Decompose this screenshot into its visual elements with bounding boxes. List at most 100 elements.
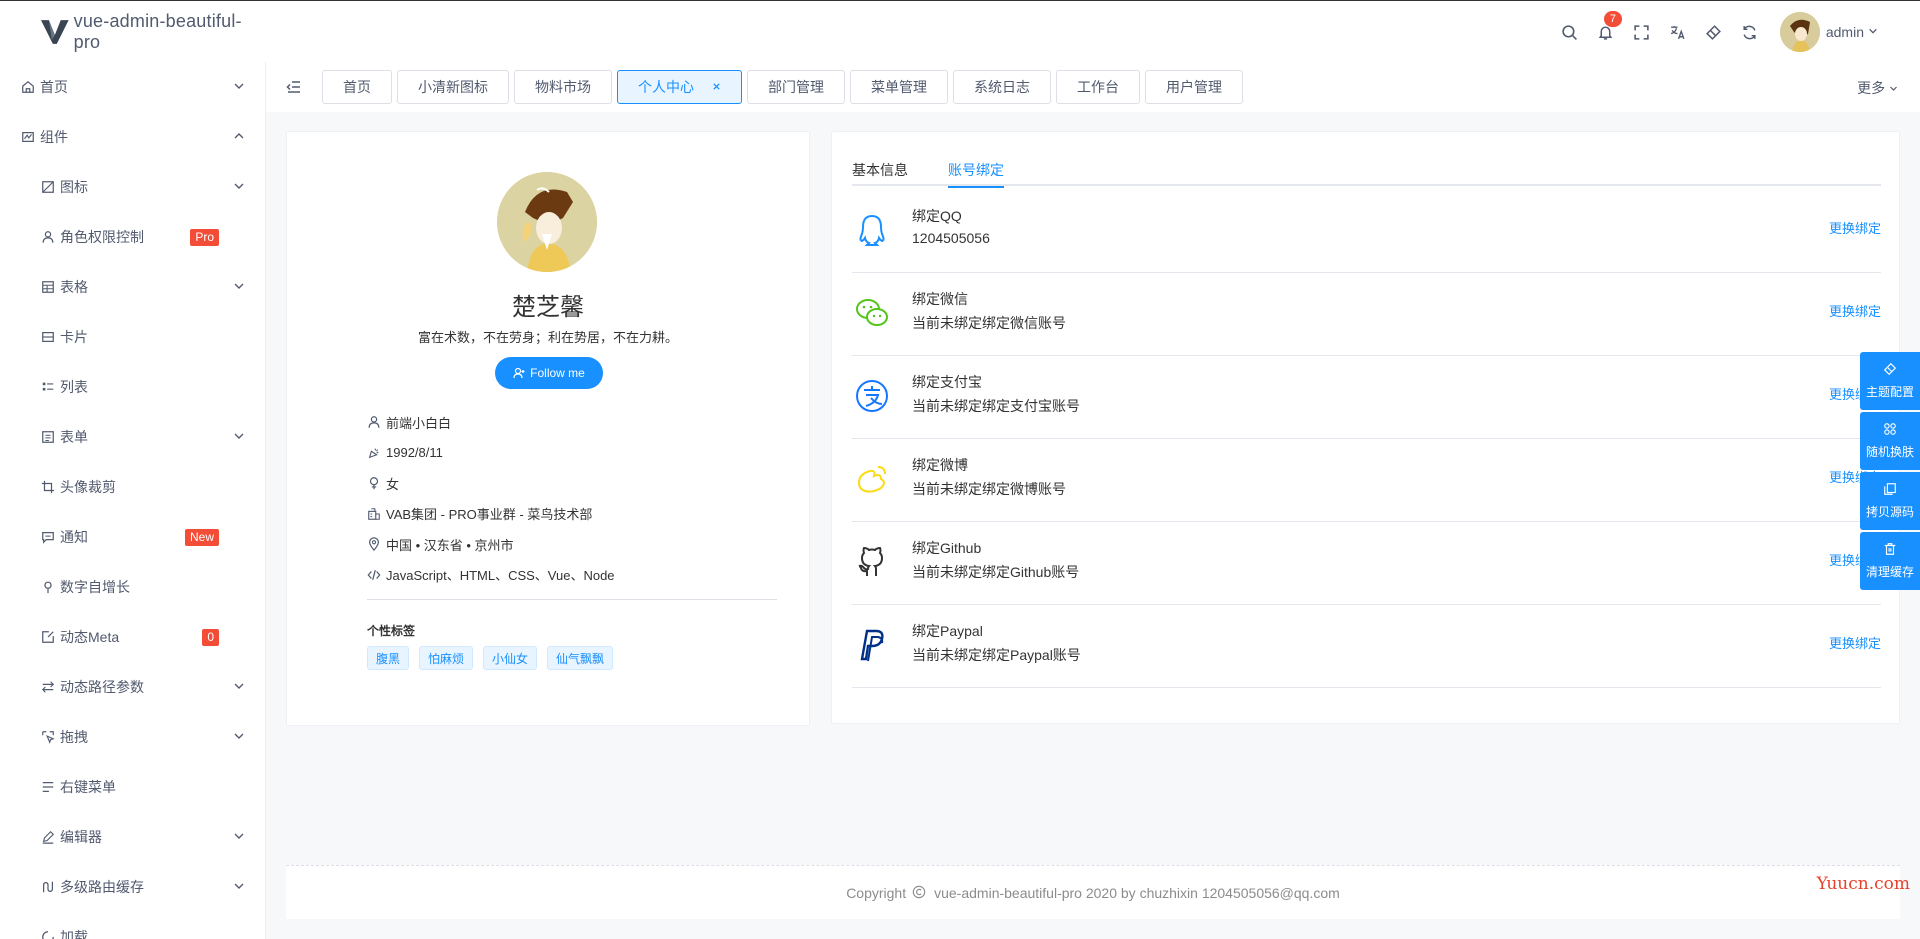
follow-label: Follow me [530,366,585,380]
sidebar-item-10[interactable]: 数字自增长 [0,562,265,612]
tag: 仙气飘飘 [547,646,614,670]
tabs-bar: 首页 小清新图标 物料市场 个人中心 部门管理 菜单管理 系统日志 工作台 用户管理 更多 [266,62,1920,112]
pin-icon [40,580,55,595]
user-icon [40,230,55,245]
chevron-down-icon[interactable] [233,880,245,895]
sidebar-item-3[interactable]: 角色权限控制 Pro [0,212,265,262]
sidebar-item-label: 表单 [60,429,88,445]
sidebar-item-13[interactable]: 拖拽 [0,712,265,762]
menu-icon [40,780,55,795]
wechat-icon [854,295,890,331]
tab-label: 小清新图标 [418,79,488,95]
tag: 小仙女 [483,646,538,670]
chevron-down-icon[interactable] [233,680,245,695]
user-name[interactable]: admin [1826,24,1864,40]
fullscreen-icon[interactable] [1632,22,1652,42]
tab-0[interactable]: 首页 [322,70,392,104]
avatar[interactable] [1779,12,1820,52]
tab-5[interactable]: 菜单管理 [850,70,948,104]
close-icon[interactable] [712,80,721,94]
fold-menu-icon[interactable] [286,79,302,95]
table-icon [40,280,55,295]
float-button-2[interactable]: 拷贝源码 [1860,472,1920,530]
sidebar-item-11[interactable]: 动态Meta 0 [0,612,265,662]
tab-2[interactable]: 物料市场 [514,70,612,104]
logo[interactable]: vue-admin-beautiful-pro [0,1,266,63]
tab-6[interactable]: 系统日志 [953,70,1051,104]
sidebar-item-17[interactable]: 加载 [0,912,265,939]
chevron-down-icon[interactable] [233,180,245,195]
tab-7[interactable]: 工作台 [1056,70,1140,104]
float-button-3[interactable]: 清理缓存 [1860,532,1920,590]
change-binding-link[interactable]: 更换绑定 [1829,301,1881,320]
app-title: vue-admin-beautiful-pro [73,10,242,52]
copy-icon [1883,482,1897,503]
binding-desc: 当前未绑定绑定支付宝账号 [912,398,1080,414]
profile-motto: 富在术数，不在劳身；利在势居，不在力耕。 [417,330,678,345]
sidebar-item-5[interactable]: 卡片 [0,312,265,362]
chevron-down-icon[interactable] [233,430,245,445]
code-icon [367,568,386,582]
tab-4[interactable]: 部门管理 [747,70,845,104]
sidebar-item-label: 通知 [60,529,88,545]
follow-button[interactable]: Follow me [495,357,603,389]
footer-prefix: Copyright [846,884,907,901]
sidebar-item-16[interactable]: 多级路由缓存 [0,862,265,912]
sidebar-item-15[interactable]: 编辑器 [0,812,265,862]
binding-tab-0[interactable]: 基本信息 [852,154,908,186]
edit-box-icon [40,630,55,645]
chevron-down-icon[interactable] [233,730,245,745]
binding-title: 绑定Paypal [912,623,983,639]
building-icon [367,507,386,521]
search-icon[interactable] [1560,22,1580,42]
form-icon [40,430,55,445]
footer-text: vue-admin-beautiful-pro 2020 by chuzhixi… [934,884,1340,901]
chevron-down-icon[interactable] [233,830,245,845]
sidebar-item-label: 多级路由缓存 [60,879,144,895]
chevron-up-icon[interactable] [233,130,245,145]
binding-desc: 当前未绑定绑定微博账号 [912,481,1066,497]
card-icon [40,330,55,345]
sidebar-item-8[interactable]: 头像裁剪 [0,462,265,512]
tab-3[interactable]: 个人中心 [617,70,742,104]
chevron-down-icon[interactable] [1868,26,1878,39]
more-tabs-button[interactable]: 更多 [1857,78,1898,98]
sidebar-item-9[interactable]: 通知 New [0,512,265,562]
float-button-1[interactable]: 随机换肤 [1860,412,1920,470]
sidebar-item-1[interactable]: 组件 [0,112,265,162]
binding-item: 绑定微博 当前未绑定绑定微博账号 更换绑定 [852,439,1881,522]
sidebar-item-7[interactable]: 表单 [0,412,265,462]
profile-info-text: 前端小白白 [386,415,452,431]
profile-card: 楚芝馨 富在术数，不在劳身；利在势居，不在力耕。 Follow me 前端小白白… [286,131,810,726]
refresh-icon[interactable] [1740,22,1760,42]
tab-8[interactable]: 用户管理 [1145,70,1243,104]
sidebar-item-4[interactable]: 表格 [0,262,265,312]
binding-list: 绑定QQ 1204505056 更换绑定 绑定微信 当前未绑定绑定微信账号 更换绑定 绑定支… [852,190,1881,688]
tab-label: 用户管理 [1166,79,1222,95]
chevron-down-icon[interactable] [233,80,245,95]
copyright-icon [912,885,928,901]
translate-icon[interactable] [1668,22,1688,42]
sidebar-item-label: 图标 [60,179,88,195]
change-binding-link[interactable]: 更换绑定 [1829,218,1881,237]
sidebar-item-0[interactable]: 首页 [0,62,265,112]
profile-info-text: VAB集团 - PRO事业群 - 菜鸟技术部 [386,507,593,523]
sidebar-item-label: 加载 [60,929,88,939]
sidebar-item-label: 列表 [60,379,88,395]
bell-icon[interactable]: 7 [1596,11,1622,42]
notification-badge: 7 [1603,11,1622,27]
sidebar-item-14[interactable]: 右键菜单 [0,762,265,812]
binding-tab-1[interactable]: 账号绑定 [948,154,1004,188]
profile-info-text: 中国 • 汉东省 • 京州市 [386,537,514,553]
tab-1[interactable]: 小清新图标 [397,70,509,104]
sidebar-item-6[interactable]: 列表 [0,362,265,412]
change-binding-link[interactable]: 更换绑定 [1829,633,1881,652]
chevron-down-icon[interactable] [233,280,245,295]
sidebar-item-12[interactable]: 动态路径参数 [0,662,265,712]
binding-desc: 当前未绑定绑定微信账号 [912,315,1066,331]
theme-icon[interactable] [1704,22,1724,42]
logo-icon [40,19,69,44]
sidebar-item-2[interactable]: 图标 [0,162,265,212]
tag: 腹黑 [367,646,410,670]
float-button-0[interactable]: 主题配置 [1860,352,1920,410]
